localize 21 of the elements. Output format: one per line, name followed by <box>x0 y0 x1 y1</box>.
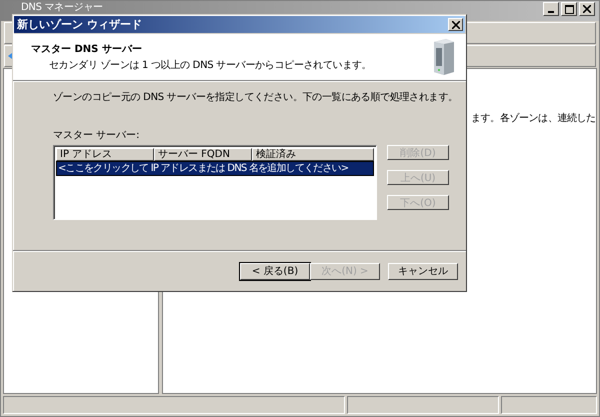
dialog-title: 新しいゾーン ウィザード <box>17 17 142 32</box>
description-text: ます。各ゾーンは、連続した <box>471 113 596 124</box>
column-header[interactable]: サーバー FQDN <box>154 148 252 161</box>
window-title: DNS マネージャー <box>21 2 103 13</box>
list-label: マスター サーバー: <box>53 129 140 142</box>
close-button[interactable] <box>579 2 595 16</box>
maximize-button[interactable] <box>561 2 577 16</box>
page-heading: マスター DNS サーバー <box>31 43 143 56</box>
column-header[interactable]: 検証済み <box>252 148 374 161</box>
instruction-text: ゾーンのコピー元の DNS サーバーを指定してください。下の一覧にある順で処理されます。 <box>53 90 458 104</box>
close-button[interactable] <box>448 18 463 31</box>
wizard-button[interactable]: キャンセル <box>388 262 458 280</box>
wizard-button[interactable]: < 戻る(B) <box>240 262 310 280</box>
server-list[interactable]: IP アドレス サーバー FQDN 検証済み <ここをクリックして IP アドレスまたは DNS 名を追加してください> <box>53 145 377 220</box>
maximize-icon <box>564 4 574 14</box>
close-icon <box>452 20 460 28</box>
page-subheading: セカンダリ ゾーンは 1 つ以上の DNS サーバーからコピーされています。 <box>48 58 372 72</box>
list-row[interactable]: <ここをクリックして IP アドレスまたは DNS 名を追加してください> <box>56 161 374 176</box>
column-header[interactable]: IP アドレス <box>56 148 154 161</box>
minimize-button[interactable] <box>543 2 559 16</box>
close-icon <box>583 5 591 13</box>
